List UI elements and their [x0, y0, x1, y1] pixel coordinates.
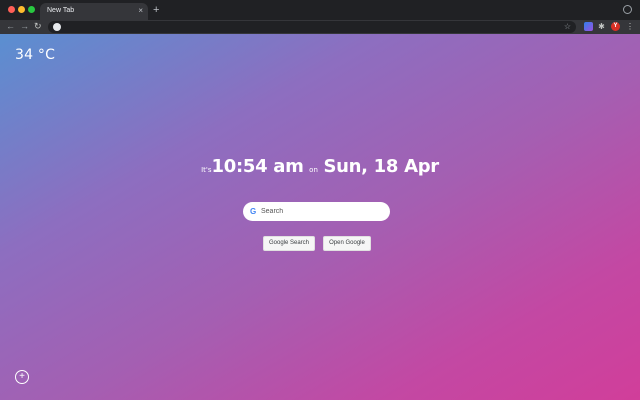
- add-settings-icon[interactable]: +: [15, 370, 29, 384]
- tab-close-icon[interactable]: ×: [138, 6, 143, 16]
- clock-prefix: It's: [201, 166, 212, 174]
- search-box[interactable]: G: [243, 202, 390, 221]
- clock-display: It's10:54 am on Sun, 18 Apr: [0, 156, 640, 177]
- browser-toolbar: ← → ↻ ☆ ✱ Y ⋮: [0, 20, 640, 34]
- search-input[interactable]: [261, 205, 381, 218]
- window-close-icon[interactable]: [8, 6, 15, 13]
- browser-tab-strip: New Tab × +: [0, 0, 640, 20]
- google-favicon-icon: [53, 23, 61, 31]
- new-tab-button[interactable]: +: [153, 3, 159, 17]
- tab-search-icon[interactable]: [623, 5, 632, 14]
- forward-arrow-icon[interactable]: →: [20, 21, 29, 32]
- window-minimize-icon[interactable]: [18, 6, 25, 13]
- clock-date: Sun, 18 Apr: [323, 156, 439, 177]
- bookmark-star-icon[interactable]: ☆: [564, 21, 571, 33]
- clock-time: 10:54 am: [211, 156, 304, 177]
- browser-menu-icon[interactable]: ⋮: [626, 22, 635, 31]
- google-g-icon: G: [250, 207, 257, 216]
- weather-temperature: 34 °C: [15, 47, 56, 63]
- extensions-puzzle-icon[interactable]: ✱: [597, 22, 606, 31]
- tab-new-tab[interactable]: New Tab ×: [40, 3, 148, 20]
- address-bar[interactable]: ☆: [48, 21, 576, 33]
- google-search-button[interactable]: Google Search: [263, 236, 315, 251]
- profile-avatar[interactable]: Y: [611, 22, 620, 31]
- open-google-button[interactable]: Open Google: [323, 236, 371, 251]
- back-arrow-icon[interactable]: ←: [6, 21, 15, 32]
- reload-icon[interactable]: ↻: [34, 21, 42, 32]
- window-maximize-icon[interactable]: [28, 6, 35, 13]
- new-tab-page: 34 °C It's10:54 am on Sun, 18 Apr G Goog…: [0, 34, 640, 400]
- clock-on: on: [309, 166, 318, 174]
- extension-icon[interactable]: [584, 22, 593, 31]
- tab-title: New Tab: [47, 7, 75, 14]
